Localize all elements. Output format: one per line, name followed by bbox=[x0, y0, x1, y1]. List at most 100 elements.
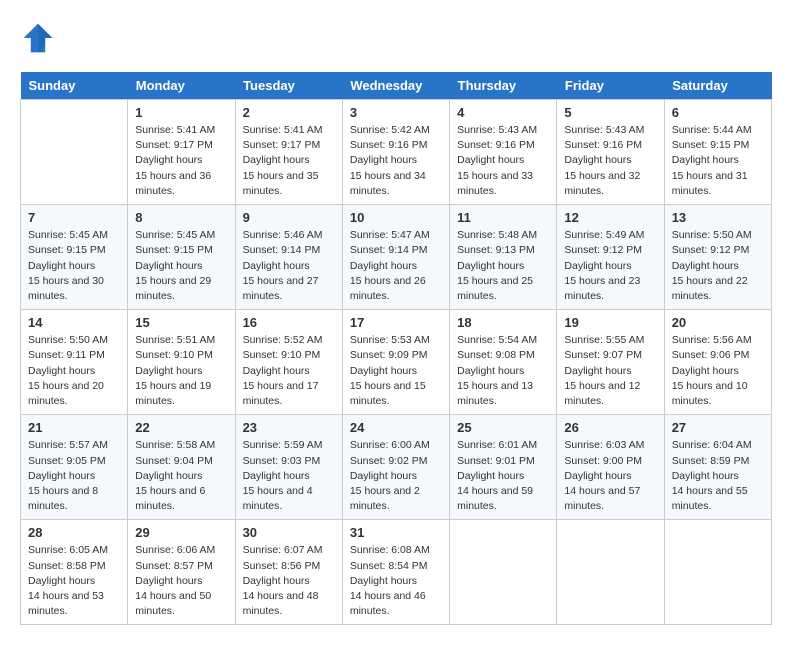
day-header-friday: Friday bbox=[557, 72, 664, 100]
day-number: 14 bbox=[28, 315, 120, 330]
day-info: Sunrise: 5:42 AMSunset: 9:16 PMDaylight … bbox=[350, 123, 442, 199]
header-row: SundayMondayTuesdayWednesdayThursdayFrid… bbox=[21, 72, 772, 100]
day-number: 31 bbox=[350, 525, 442, 540]
day-info: Sunrise: 6:05 AMSunset: 8:58 PMDaylight … bbox=[28, 543, 120, 619]
calendar-cell: 19 Sunrise: 5:55 AMSunset: 9:07 PMDayligh… bbox=[557, 310, 664, 415]
calendar-cell: 4 Sunrise: 5:43 AMSunset: 9:16 PMDaylight… bbox=[450, 100, 557, 205]
day-info: Sunrise: 5:56 AMSunset: 9:06 PMDaylight … bbox=[672, 333, 764, 409]
day-number: 12 bbox=[564, 210, 656, 225]
calendar-cell: 28 Sunrise: 6:05 AMSunset: 8:58 PMDayligh… bbox=[21, 520, 128, 625]
calendar-cell: 2 Sunrise: 5:41 AMSunset: 9:17 PMDaylight… bbox=[235, 100, 342, 205]
day-number: 21 bbox=[28, 420, 120, 435]
calendar-cell: 22 Sunrise: 5:58 AMSunset: 9:04 PMDayligh… bbox=[128, 415, 235, 520]
day-header-tuesday: Tuesday bbox=[235, 72, 342, 100]
day-info: Sunrise: 5:58 AMSunset: 9:04 PMDaylight … bbox=[135, 438, 227, 514]
day-number: 10 bbox=[350, 210, 442, 225]
day-info: Sunrise: 5:41 AMSunset: 9:17 PMDaylight … bbox=[243, 123, 335, 199]
day-info: Sunrise: 5:55 AMSunset: 9:07 PMDaylight … bbox=[564, 333, 656, 409]
calendar-cell bbox=[664, 520, 771, 625]
logo bbox=[20, 20, 58, 56]
calendar-cell: 12Sunrise: 5:49 AMSunset: 9:12 PMDayligh… bbox=[557, 205, 664, 310]
day-info: Sunrise: 5:54 AMSunset: 9:08 PMDaylight … bbox=[457, 333, 549, 409]
day-number: 20 bbox=[672, 315, 764, 330]
day-number: 23 bbox=[243, 420, 335, 435]
calendar-cell: 15Sunrise: 5:51 AMSunset: 9:10 PMDayligh… bbox=[128, 310, 235, 415]
calendar-cell bbox=[557, 520, 664, 625]
day-number: 11 bbox=[457, 210, 549, 225]
week-row-5: 28 Sunrise: 6:05 AMSunset: 8:58 PMDayligh… bbox=[21, 520, 772, 625]
day-number: 29 bbox=[135, 525, 227, 540]
calendar-cell: 8Sunrise: 5:45 AMSunset: 9:15 PMDaylight… bbox=[128, 205, 235, 310]
day-info: Sunrise: 5:41 AMSunset: 9:17 PMDaylight … bbox=[135, 123, 227, 199]
calendar-cell: 10 Sunrise: 5:47 AMSunset: 9:14 PMDayligh… bbox=[342, 205, 449, 310]
calendar-cell: 7 Sunrise: 5:45 AMSunset: 9:15 PMDaylight… bbox=[21, 205, 128, 310]
calendar-cell: 9Sunrise: 5:46 AMSunset: 9:14 PMDaylight… bbox=[235, 205, 342, 310]
day-info: Sunrise: 5:43 AMSunset: 9:16 PMDaylight … bbox=[457, 123, 549, 199]
day-info: Sunrise: 5:46 AMSunset: 9:14 PMDaylight … bbox=[243, 228, 335, 304]
day-header-wednesday: Wednesday bbox=[342, 72, 449, 100]
day-info: Sunrise: 5:52 AMSunset: 9:10 PMDaylight … bbox=[243, 333, 335, 409]
calendar-cell: 23Sunrise: 5:59 AMSunset: 9:03 PMDayligh… bbox=[235, 415, 342, 520]
day-info: Sunrise: 6:03 AMSunset: 9:00 PMDaylight … bbox=[564, 438, 656, 514]
day-number: 25 bbox=[457, 420, 549, 435]
day-info: Sunrise: 5:44 AMSunset: 9:15 PMDaylight … bbox=[672, 123, 764, 199]
day-number: 8 bbox=[135, 210, 227, 225]
day-number: 16 bbox=[243, 315, 335, 330]
day-number: 18 bbox=[457, 315, 549, 330]
week-row-1: 1 Sunrise: 5:41 AMSunset: 9:17 PMDaylight… bbox=[21, 100, 772, 205]
calendar-cell: 20 Sunrise: 5:56 AMSunset: 9:06 PMDayligh… bbox=[664, 310, 771, 415]
calendar-cell: 30 Sunrise: 6:07 AMSunset: 8:56 PMDayligh… bbox=[235, 520, 342, 625]
day-info: Sunrise: 5:50 AMSunset: 9:11 PMDaylight … bbox=[28, 333, 120, 409]
day-number: 24 bbox=[350, 420, 442, 435]
calendar-cell: 27 Sunrise: 6:04 AMSunset: 8:59 PMDayligh… bbox=[664, 415, 771, 520]
day-number: 27 bbox=[672, 420, 764, 435]
day-info: Sunrise: 6:07 AMSunset: 8:56 PMDaylight … bbox=[243, 543, 335, 619]
day-header-monday: Monday bbox=[128, 72, 235, 100]
day-info: Sunrise: 5:47 AMSunset: 9:14 PMDaylight … bbox=[350, 228, 442, 304]
day-number: 17 bbox=[350, 315, 442, 330]
day-number: 6 bbox=[672, 105, 764, 120]
day-info: Sunrise: 6:04 AMSunset: 8:59 PMDaylight … bbox=[672, 438, 764, 514]
calendar-cell: 13Sunrise: 5:50 AMSunset: 9:12 PMDayligh… bbox=[664, 205, 771, 310]
day-number: 28 bbox=[28, 525, 120, 540]
day-info: Sunrise: 5:57 AMSunset: 9:05 PMDaylight … bbox=[28, 438, 120, 514]
day-number: 22 bbox=[135, 420, 227, 435]
calendar-table: SundayMondayTuesdayWednesdayThursdayFrid… bbox=[20, 72, 772, 625]
day-number: 5 bbox=[564, 105, 656, 120]
day-info: Sunrise: 5:50 AMSunset: 9:12 PMDaylight … bbox=[672, 228, 764, 304]
day-number: 7 bbox=[28, 210, 120, 225]
day-number: 1 bbox=[135, 105, 227, 120]
calendar-cell: 3 Sunrise: 5:42 AMSunset: 9:16 PMDaylight… bbox=[342, 100, 449, 205]
day-info: Sunrise: 5:48 AMSunset: 9:13 PMDaylight … bbox=[457, 228, 549, 304]
calendar-cell: 29 Sunrise: 6:06 AMSunset: 8:57 PMDayligh… bbox=[128, 520, 235, 625]
calendar-cell: 26Sunrise: 6:03 AMSunset: 9:00 PMDayligh… bbox=[557, 415, 664, 520]
week-row-4: 21 Sunrise: 5:57 AMSunset: 9:05 PMDayligh… bbox=[21, 415, 772, 520]
week-row-3: 14 Sunrise: 5:50 AMSunset: 9:11 PMDayligh… bbox=[21, 310, 772, 415]
calendar-cell: 31Sunrise: 6:08 AMSunset: 8:54 PMDayligh… bbox=[342, 520, 449, 625]
calendar-cell: 25Sunrise: 6:01 AMSunset: 9:01 PMDayligh… bbox=[450, 415, 557, 520]
calendar-cell bbox=[450, 520, 557, 625]
day-info: Sunrise: 5:43 AMSunset: 9:16 PMDaylight … bbox=[564, 123, 656, 199]
day-number: 3 bbox=[350, 105, 442, 120]
day-info: Sunrise: 5:45 AMSunset: 9:15 PMDaylight … bbox=[28, 228, 120, 304]
calendar-cell: 21 Sunrise: 5:57 AMSunset: 9:05 PMDayligh… bbox=[21, 415, 128, 520]
day-number: 19 bbox=[564, 315, 656, 330]
calendar-cell: 16 Sunrise: 5:52 AMSunset: 9:10 PMDayligh… bbox=[235, 310, 342, 415]
day-info: Sunrise: 5:53 AMSunset: 9:09 PMDaylight … bbox=[350, 333, 442, 409]
day-header-thursday: Thursday bbox=[450, 72, 557, 100]
calendar-cell: 6 Sunrise: 5:44 AMSunset: 9:15 PMDaylight… bbox=[664, 100, 771, 205]
day-number: 2 bbox=[243, 105, 335, 120]
calendar-cell: 17 Sunrise: 5:53 AMSunset: 9:09 PMDayligh… bbox=[342, 310, 449, 415]
calendar-cell: 11 Sunrise: 5:48 AMSunset: 9:13 PMDayligh… bbox=[450, 205, 557, 310]
calendar-cell: 18 Sunrise: 5:54 AMSunset: 9:08 PMDayligh… bbox=[450, 310, 557, 415]
day-info: Sunrise: 6:06 AMSunset: 8:57 PMDaylight … bbox=[135, 543, 227, 619]
logo-icon bbox=[20, 20, 56, 56]
day-number: 4 bbox=[457, 105, 549, 120]
day-number: 15 bbox=[135, 315, 227, 330]
page-header bbox=[20, 20, 772, 56]
calendar-cell: 24Sunrise: 6:00 AMSunset: 9:02 PMDayligh… bbox=[342, 415, 449, 520]
calendar-cell: 14 Sunrise: 5:50 AMSunset: 9:11 PMDayligh… bbox=[21, 310, 128, 415]
calendar-cell: 5 Sunrise: 5:43 AMSunset: 9:16 PMDaylight… bbox=[557, 100, 664, 205]
day-header-sunday: Sunday bbox=[21, 72, 128, 100]
day-number: 30 bbox=[243, 525, 335, 540]
